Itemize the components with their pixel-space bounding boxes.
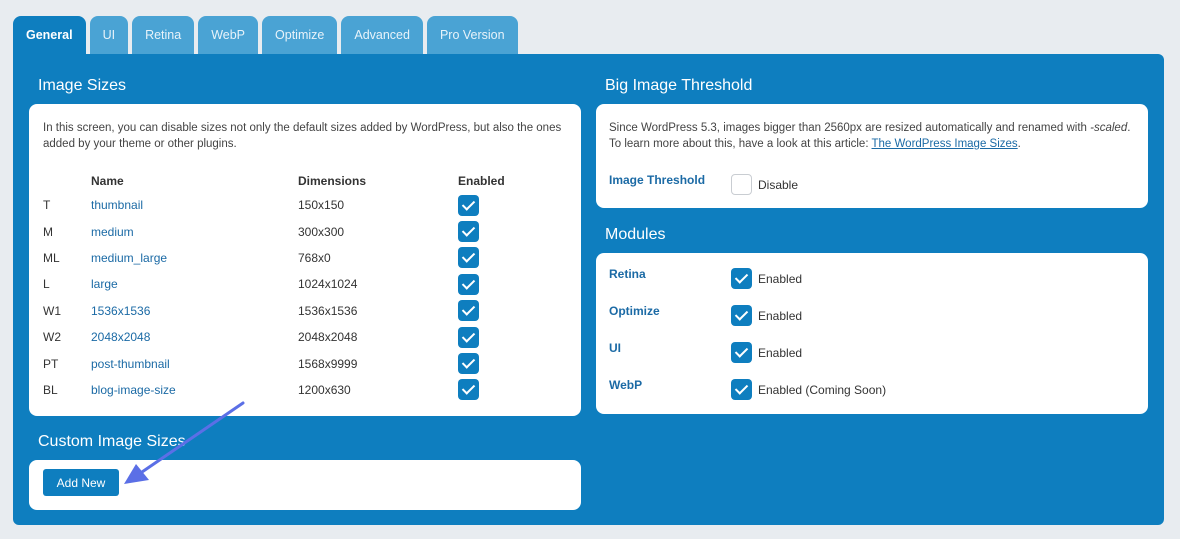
- size-dimensions: 1024x1024: [298, 277, 358, 292]
- size-name-link[interactable]: thumbnail: [91, 198, 143, 212]
- image-threshold-label: Image Threshold: [609, 173, 706, 187]
- module-status-label: Enabled: [758, 308, 803, 323]
- tab-webp[interactable]: WebP: [198, 16, 259, 54]
- module-control-retina: Enabled: [731, 268, 802, 289]
- image-sizes-description: In this screen, you can disable sizes no…: [43, 122, 562, 150]
- optimize-enabled-checkbox[interactable]: [731, 305, 752, 326]
- size-name-link[interactable]: medium: [91, 225, 134, 239]
- modules-card: Retina Enabled Optimize Enabled UI Enabl…: [596, 253, 1148, 414]
- image-threshold-control: Disable: [731, 174, 798, 195]
- size-dimensions: 300x300: [298, 224, 345, 239]
- big-image-description: Since WordPress 5.3, images bigger than …: [609, 122, 1131, 150]
- module-label-retina: Retina: [609, 267, 646, 281]
- size-name-link[interactable]: large: [91, 277, 118, 291]
- wordpress-image-sizes-link[interactable]: The WordPress Image Sizes: [872, 138, 1018, 150]
- image-sizes-table: Name Dimensions Enabled T thumbnail 150x…: [43, 174, 518, 403]
- enabled-checkbox[interactable]: [458, 379, 479, 401]
- size-name-link[interactable]: medium_large: [91, 251, 167, 265]
- retina-enabled-checkbox[interactable]: [731, 268, 752, 289]
- ui-enabled-checkbox[interactable]: [731, 342, 752, 363]
- custom-image-sizes-title: Custom Image Sizes: [38, 433, 186, 450]
- tab-optimize[interactable]: Optimize: [262, 16, 338, 54]
- disable-threshold-label: Disable: [758, 177, 799, 192]
- size-code: W2: [43, 330, 61, 345]
- table-row: L large 1024x1024: [43, 271, 518, 297]
- tab-ui[interactable]: UI: [89, 16, 129, 54]
- table-header-row: Name Dimensions Enabled: [43, 174, 518, 192]
- column-header-dimensions: Dimensions: [298, 174, 367, 188]
- module-control-optimize: Enabled: [731, 305, 802, 326]
- tab-retina[interactable]: Retina: [132, 16, 195, 54]
- tab-pro-version[interactable]: Pro Version: [426, 16, 518, 54]
- enabled-checkbox[interactable]: [458, 326, 479, 348]
- size-dimensions: 1536x1536: [298, 303, 358, 318]
- size-code: BL: [43, 382, 58, 397]
- image-sizes-title: Image Sizes: [38, 77, 127, 94]
- size-dimensions: 1568x9999: [298, 356, 358, 371]
- tab-advanced[interactable]: Advanced: [341, 16, 423, 54]
- enabled-checkbox[interactable]: [458, 194, 479, 216]
- module-status-label: Enabled: [758, 271, 803, 286]
- size-dimensions: 1200x630: [298, 382, 351, 397]
- modules-title: Modules: [605, 226, 666, 243]
- enabled-checkbox[interactable]: [458, 273, 479, 295]
- size-code: L: [43, 277, 50, 292]
- module-control-webp: Enabled (Coming Soon): [731, 379, 886, 400]
- table-row: W1 1536x1536 1536x1536: [43, 298, 518, 324]
- tab-bar: General UI Retina WebP Optimize Advanced…: [13, 16, 518, 54]
- settings-panel: Image Sizes In this screen, you can disa…: [13, 54, 1164, 525]
- table-row: W2 2048x2048 2048x2048: [43, 324, 518, 350]
- table-row: M medium 300x300: [43, 218, 518, 244]
- size-code: T: [43, 198, 51, 213]
- size-name-link[interactable]: blog-image-size: [91, 383, 176, 397]
- module-control-ui: Enabled: [731, 342, 802, 363]
- custom-image-sizes-card: Add New: [29, 460, 581, 510]
- disable-threshold-checkbox[interactable]: [731, 174, 752, 195]
- table-row: PT post-thumbnail 1568x9999: [43, 350, 518, 376]
- enabled-checkbox[interactable]: [458, 300, 479, 322]
- size-name-link[interactable]: 2048x2048: [91, 330, 150, 344]
- table-row: ML medium_large 768x0: [43, 245, 518, 271]
- size-code: ML: [43, 250, 60, 265]
- module-label-ui: UI: [609, 341, 621, 355]
- big-image-threshold-card: Since WordPress 5.3, images bigger than …: [596, 104, 1148, 208]
- module-label-optimize: Optimize: [609, 304, 660, 318]
- table-row: T thumbnail 150x150: [43, 192, 518, 218]
- size-dimensions: 768x0: [298, 250, 331, 265]
- size-name-link[interactable]: 1536x1536: [91, 304, 150, 318]
- module-status-label: Enabled: [758, 345, 803, 360]
- size-code: M: [43, 224, 53, 239]
- size-code: PT: [43, 356, 59, 371]
- size-name-link[interactable]: post-thumbnail: [91, 357, 170, 371]
- enabled-checkbox[interactable]: [458, 221, 479, 243]
- webp-enabled-checkbox[interactable]: [731, 379, 752, 400]
- add-new-button[interactable]: Add New: [43, 469, 119, 496]
- column-header-name: Name: [91, 174, 124, 188]
- enabled-checkbox[interactable]: [458, 353, 479, 375]
- module-status-label: Enabled (Coming Soon): [758, 382, 887, 397]
- enabled-checkbox[interactable]: [458, 247, 479, 269]
- tab-general[interactable]: General: [13, 16, 86, 54]
- column-header-enabled: Enabled: [458, 174, 505, 188]
- image-sizes-card: In this screen, you can disable sizes no…: [29, 104, 581, 416]
- size-dimensions: 150x150: [298, 198, 345, 213]
- big-image-threshold-title: Big Image Threshold: [605, 77, 753, 94]
- module-label-webp: WebP: [609, 378, 643, 392]
- size-dimensions: 2048x2048: [298, 330, 358, 345]
- size-code: W1: [43, 303, 61, 318]
- table-row: BL blog-image-size 1200x630: [43, 377, 518, 403]
